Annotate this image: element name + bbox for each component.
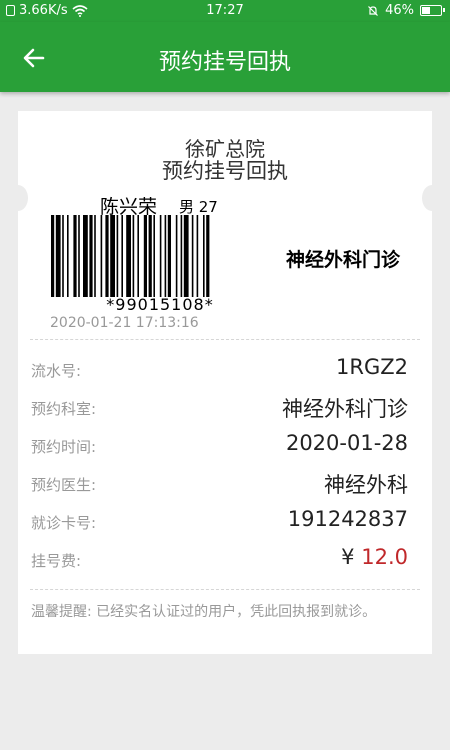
row-fee: 挂号费: ¥ 12.0	[18, 545, 432, 575]
fee-amount: 12.0	[361, 545, 408, 569]
battery-icon	[420, 5, 445, 16]
row-serial: 流水号: 1RGZ2	[18, 355, 432, 385]
barcode-bar	[55, 215, 61, 297]
doctor-label: 预约医生:	[31, 476, 97, 494]
barcode-bar	[180, 215, 183, 297]
serial-label: 流水号:	[31, 362, 82, 380]
barcode-bar	[196, 215, 199, 297]
barcode-number: *99015108*	[106, 295, 214, 314]
barcode-bar	[206, 215, 210, 297]
page-title: 预约挂号回执	[158, 50, 291, 75]
mute-bell-icon	[368, 5, 379, 16]
barcode-bar	[78, 215, 80, 297]
row-appointment-time: 预约时间: 2020-01-28	[18, 431, 432, 461]
card-number-label: 就诊卡号:	[31, 514, 97, 532]
status-bar: 3.66K/s 17:27 46%	[0, 0, 450, 22]
barcode-bar	[191, 215, 194, 297]
barcode-bar	[159, 215, 162, 297]
barcode-bar	[167, 215, 171, 297]
appointment-time-label: 预约时间:	[31, 438, 97, 456]
department-value: 神经外科门诊	[282, 397, 408, 421]
barcode-bar	[203, 215, 205, 297]
card-number-value: 191242837	[287, 507, 408, 531]
barcode-bar	[94, 215, 96, 297]
row-card-number: 就诊卡号: 191242837	[18, 507, 432, 537]
app-bar: 预约挂号回执	[0, 22, 450, 92]
barcode-bar	[143, 215, 147, 297]
barcode-bar	[164, 215, 167, 297]
barcode-bar	[137, 215, 139, 297]
barcode	[51, 215, 210, 297]
reminder-text: 温馨提醒: 已经实名认证过的用户，凭此回执报到就诊。	[31, 604, 377, 620]
barcode-bar	[73, 215, 77, 297]
barcode-bar	[132, 215, 135, 297]
receipt-card: 徐矿总院 预约挂号回执 陈兴荣 男 27 *99015108* 神经外科门诊 2…	[8, 111, 442, 654]
barcode-bar	[121, 215, 123, 297]
row-department: 预约科室: 神经外科门诊	[18, 393, 432, 423]
barcode-bar	[183, 215, 189, 297]
receipt-notch-left	[8, 185, 28, 211]
barcode-bar	[175, 215, 178, 297]
divider	[30, 339, 420, 340]
department-label: 神经外科门诊	[286, 249, 401, 271]
barcode-bar	[148, 215, 152, 297]
patient-gender-age: 男 27	[179, 198, 218, 216]
barcode-bar	[83, 215, 88, 297]
barcode-bar	[67, 215, 69, 297]
receipt-notch-right	[422, 185, 442, 211]
battery-percent: 46%	[385, 3, 414, 18]
row-doctor: 预约医生: 神经外科	[18, 469, 432, 499]
fee-value: ¥ 12.0	[341, 545, 408, 569]
issue-timestamp: 2020-01-21 17:13:16	[50, 315, 199, 331]
fee-label: 挂号费:	[31, 552, 82, 570]
currency-symbol: ¥	[341, 545, 355, 569]
barcode-bar	[100, 215, 103, 297]
barcode-bar	[126, 215, 131, 297]
divider	[30, 589, 420, 590]
department-label-row: 预约科室:	[31, 400, 97, 418]
barcode-bar	[51, 215, 55, 297]
barcode-bar	[89, 215, 93, 297]
barcode-bar	[116, 215, 119, 297]
barcode-bar	[105, 215, 109, 297]
barcode-bar	[110, 215, 115, 297]
receipt-title: 预约挂号回执	[162, 159, 288, 183]
appointment-time-value: 2020-01-28	[285, 431, 408, 455]
serial-value: 1RGZ2	[336, 355, 408, 379]
barcode-bar	[153, 215, 155, 297]
barcode-bar	[62, 215, 64, 297]
doctor-value: 神经外科	[324, 473, 408, 497]
